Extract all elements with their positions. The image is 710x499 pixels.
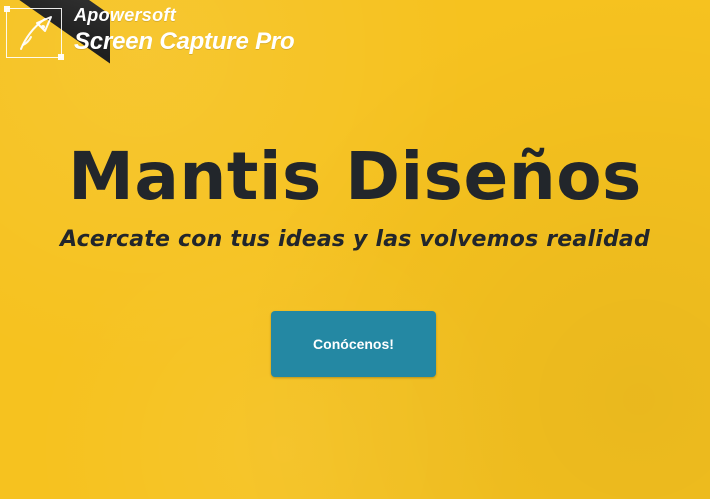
- hero-section: Mantis Diseños Acercate con tus ideas y …: [0, 138, 710, 254]
- hero-title: Mantis Diseños: [68, 138, 642, 215]
- pen-nib-icon: [4, 6, 64, 60]
- hero-subtitle: Acercate con tus ideas y las volvemos re…: [60, 227, 650, 252]
- watermark-text: Apowersoft Screen Capture Pro: [74, 5, 295, 55]
- watermark: Apowersoft Screen Capture Pro: [4, 5, 336, 60]
- watermark-line-2: Screen Capture Pro: [74, 28, 295, 55]
- pencil-icon: [0, 0, 110, 67]
- cta-button[interactable]: Conócenos!: [271, 311, 436, 377]
- watermark-line-1: Apowersoft: [74, 5, 176, 25]
